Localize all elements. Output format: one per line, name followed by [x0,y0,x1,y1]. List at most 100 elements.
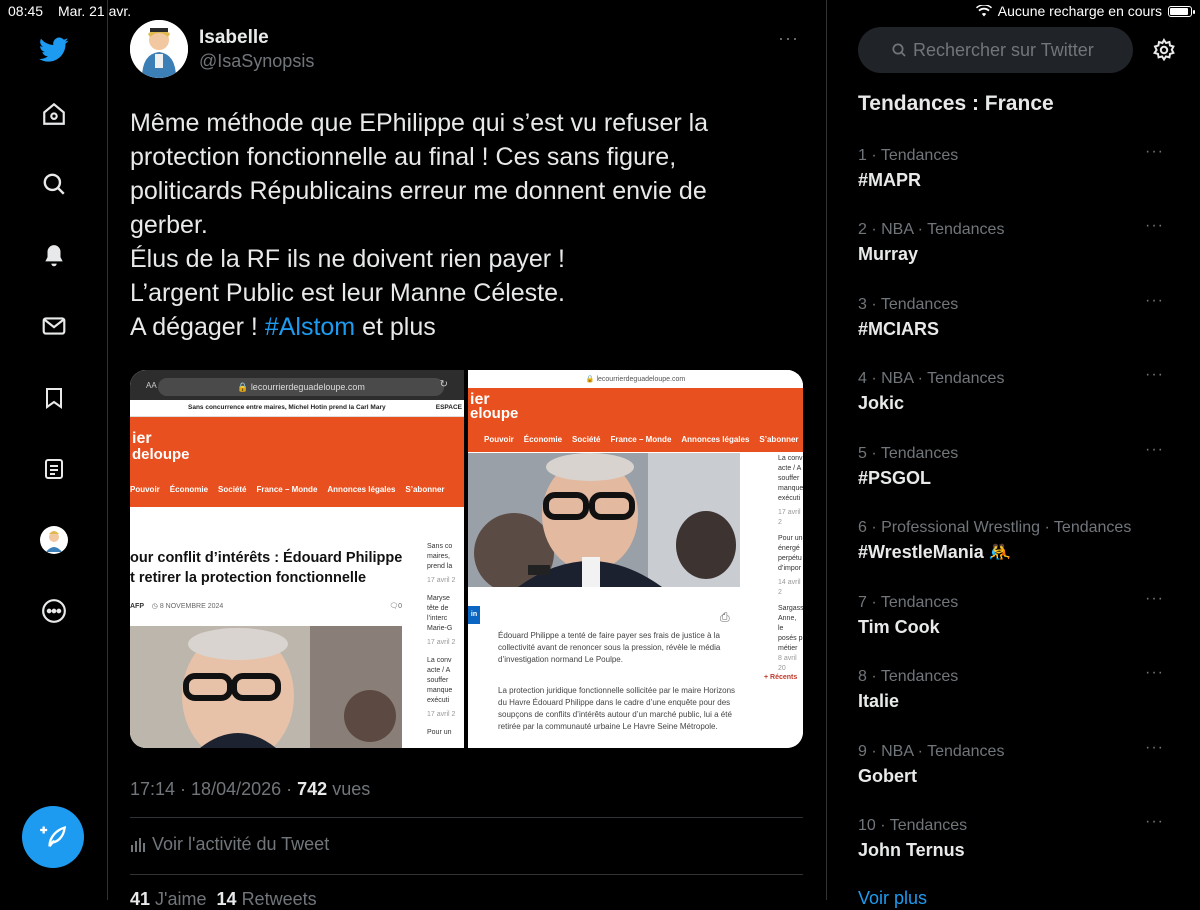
trend-more-button[interactable]: ··· [1145,143,1164,161]
gear-icon [1152,38,1175,62]
trend-name: John Ternus [858,840,965,860]
trend-name: Jokic [858,393,905,413]
compose-tweet-button[interactable] [22,806,84,868]
side-text: l’interc [427,615,448,622]
author-handle[interactable]: @IsaSynopsis [199,51,314,72]
tweet-activity-button[interactable]: Voir l'activité du Tweet [130,834,329,855]
more-icon[interactable] [34,591,74,631]
trend-context: 5 · Tendances [858,445,959,462]
messages-icon[interactable] [34,306,74,346]
trend-item[interactable]: 2 · NBA · Tendances Murray ··· [858,217,1178,281]
site-menu: Pouvoir Économie Société France – Monde Anno… [484,435,803,444]
trend-name: #WrestleMania 🤼 [858,542,1012,562]
side-text: tête de [427,605,449,612]
tweet-more-button[interactable]: ··· [778,28,799,49]
side-text: 17 avril 2 [427,639,456,646]
trend-item[interactable]: 1 · Tendances #MAPR ··· [858,143,1178,207]
browser-url-bar: AA 🔒 lecourrierdeguadeloupe.com ↻ [130,370,464,400]
site-menu-item: Société [218,485,247,494]
ticker-text: Sans concurrence entre maires, Michel Ho… [188,404,386,411]
trend-context: 1 · Tendances [858,147,959,164]
article-photo-left [130,626,402,748]
trend-more-button[interactable]: ··· [1145,739,1164,757]
retweets-count[interactable]: 14 [217,889,237,909]
trend-item[interactable]: 6 · Professional Wrestling · Tendances #W… [858,519,1178,579]
divider [130,874,803,875]
likes-label[interactable]: J'aime [155,889,206,909]
lists-icon[interactable] [34,449,74,489]
home-icon[interactable] [34,94,74,134]
article-date: 8 NOVEMBRE 2024 [159,603,224,610]
author-avatar[interactable] [130,20,188,78]
site-menu-item: S’abonner [759,435,799,444]
site-menu-item: Annonces légales [327,485,396,494]
side-text: 17 avril 2 [427,711,456,718]
recents-label: + Récents [764,674,798,681]
trend-item[interactable]: 4 · NBA · Tendances Jokic ··· [858,366,1178,430]
trend-more-button[interactable]: ··· [1145,441,1164,459]
article-photo-right [468,453,740,587]
side-text: 17 avril 2 [427,577,456,584]
side-text: 14 avril 2 [778,579,801,596]
author-name[interactable]: Isabelle [199,27,269,49]
trend-item[interactable]: 8 · Tendances Italie ··· [858,664,1178,728]
notifications-icon[interactable] [34,236,74,276]
trend-item[interactable]: 10 · Tendances John Ternus ··· [858,813,1178,877]
trend-item[interactable]: 3 · Tendances #MCIARS ··· [858,292,1178,356]
site-menu-item: Économie [169,485,209,494]
tweet-text: Même méthode que EPhilippe qui s’est vu … [130,106,770,344]
trend-item[interactable]: 7 · Tendances Tim Cook ··· [858,590,1178,654]
browser-url-bar: 🔒 lecourrierdeguadeloupe.com [468,370,803,388]
trend-item[interactable]: 9 · NBA · Tendances Gobert ··· [858,739,1178,803]
trend-more-button[interactable]: ··· [1145,664,1164,682]
tweet-date[interactable]: 18/04/2026 [191,779,281,799]
trend-more-button[interactable]: ··· [1145,217,1164,235]
hashtag-link[interactable]: #Alstom [265,313,355,341]
browser-url-text: lecourrierdeguadeloupe.com [596,376,686,383]
tweet-line: Élus de la RF ils ne doivent rien payer … [130,245,565,273]
tweet-line-last: A dégager ! #Alstom et plus [130,310,770,344]
site-brand-line2: eloupe [470,405,519,422]
retweets-label[interactable]: Retweets [242,889,317,909]
side-text: La conv [427,657,452,664]
activity-label: Voir l'activité du Tweet [152,834,330,854]
trend-context: 6 · Professional Wrestling · Tendances [858,519,1132,536]
side-text: Sargass [778,605,803,612]
trend-more-button[interactable]: ··· [1145,590,1164,608]
bookmarks-icon[interactable] [34,378,74,418]
side-text: posés p [778,635,803,642]
site-menu-item: Société [572,435,601,444]
site-menu-item: Annonces légales [681,435,750,444]
search-box[interactable] [858,27,1133,73]
tweet-line: L’argent Public est leur Manne Céleste. [130,279,565,307]
trend-item[interactable]: 5 · Tendances #PSGOL ··· [858,441,1178,505]
show-more-link[interactable]: Voir plus [858,888,927,909]
profile-avatar[interactable] [34,520,74,560]
side-text: d’impor [778,565,801,572]
site-menu-item: S’abonner [405,485,445,494]
trend-name: Italie [858,691,900,711]
trend-more-button[interactable]: ··· [1145,813,1164,831]
media-image-right[interactable]: 🔒 lecourrierdeguadeloupe.com ier eloupe … [468,370,803,748]
trend-more-button[interactable]: ··· [1145,292,1164,310]
tweet-media[interactable]: AA 🔒 lecourrierdeguadeloupe.com ↻ Sans c… [130,370,803,748]
search-input[interactable] [913,39,1133,61]
linkedin-share: in [468,606,480,624]
media-image-left[interactable]: AA 🔒 lecourrierdeguadeloupe.com ↻ Sans c… [130,370,464,748]
site-menu-item: Pouvoir [130,485,160,494]
side-text: perpétu [778,555,802,562]
side-text: Pour un [778,535,803,542]
tweet-timestamp: 17:14 · 18/04/2026 · 742 vues [130,779,371,799]
headline-line: t retirer la protection fonctionnelle [130,570,367,586]
search-icon[interactable] [34,164,74,204]
twitter-logo[interactable] [34,30,74,70]
settings-button[interactable] [1149,35,1179,65]
trend-name: #MCIARS [858,319,940,339]
trend-context: 3 · Tendances [858,296,959,313]
likes-count[interactable]: 41 [130,889,150,909]
trend-more-button[interactable]: ··· [1145,366,1164,384]
trend-name: #MAPR [858,170,922,190]
analytics-icon [131,837,145,852]
article-byline: AFP [130,603,144,610]
tweet-time[interactable]: 17:14 [130,779,175,799]
